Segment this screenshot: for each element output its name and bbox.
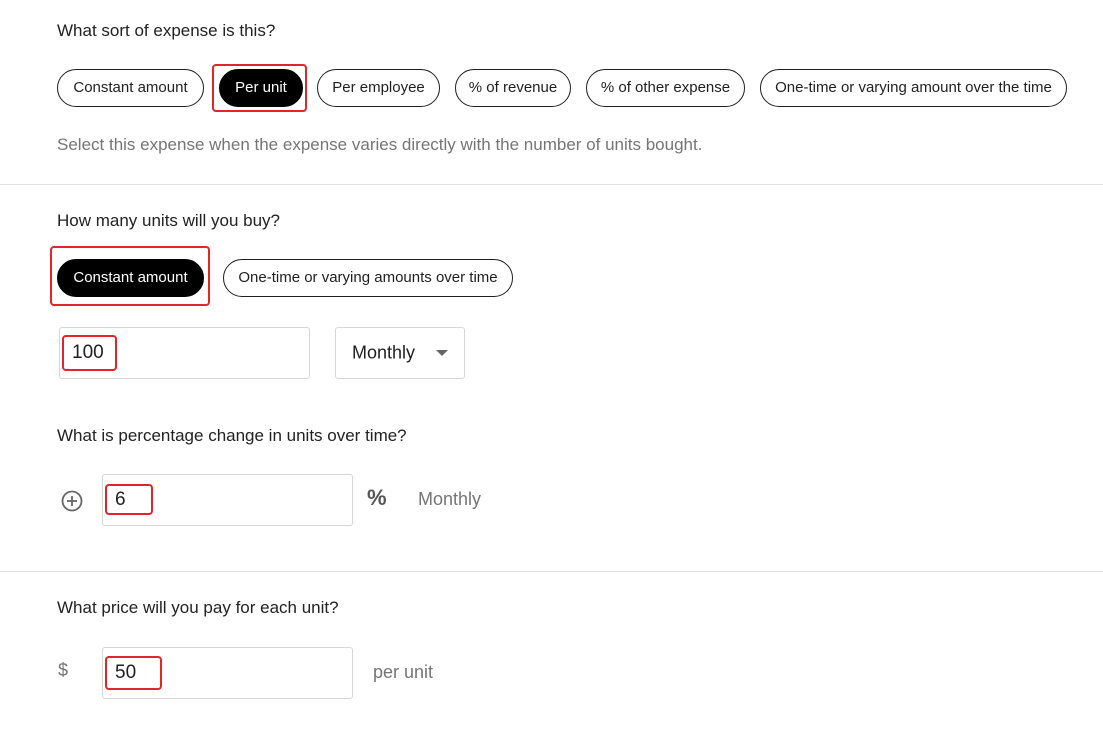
- caret-down-icon: [436, 350, 448, 356]
- units-amount-input[interactable]: 100: [59, 327, 310, 379]
- units-option-constant-amount[interactable]: Constant amount: [57, 259, 204, 297]
- expense-type-options: Constant amount Per unit Per employee % …: [0, 69, 1103, 107]
- expense-type-description: Select this expense when the expense var…: [57, 135, 703, 154]
- option-one-time-or-varying[interactable]: One-time or varying amount over the time: [760, 69, 1067, 107]
- change-frequency: Monthly: [418, 489, 482, 509]
- expense-type-question: What sort of expense is this?: [57, 21, 276, 40]
- option-percent-of-revenue[interactable]: % of revenue: [455, 69, 571, 107]
- price-input[interactable]: 50: [102, 647, 353, 699]
- option-per-employee[interactable]: Per employee: [317, 69, 440, 107]
- currency-symbol: $: [58, 660, 69, 680]
- units-frequency-select[interactable]: Monthly: [335, 327, 465, 379]
- divider: [0, 571, 1103, 572]
- units-question: How many units will you buy?: [57, 211, 280, 230]
- change-question: What is percentage change in units over …: [57, 426, 407, 445]
- price-question: What price will you pay for each unit?: [57, 598, 339, 617]
- change-input[interactable]: 6: [102, 474, 353, 526]
- price-value: 50: [115, 662, 137, 683]
- plus-circle-icon[interactable]: [61, 490, 83, 512]
- option-percent-of-other-expense[interactable]: % of other expense: [586, 69, 745, 107]
- option-per-unit[interactable]: Per unit: [219, 69, 303, 107]
- units-amount-value: 100: [72, 342, 104, 363]
- divider: [0, 184, 1103, 185]
- units-option-one-time-or-varying[interactable]: One-time or varying amounts over time: [223, 259, 513, 297]
- price-suffix: per unit: [373, 662, 434, 682]
- change-value: 6: [115, 489, 126, 510]
- option-constant-amount[interactable]: Constant amount: [57, 69, 204, 107]
- units-frequency-value: Monthly: [352, 342, 416, 363]
- percent-icon: %: [367, 485, 387, 510]
- units-options: Constant amount One-time or varying amou…: [0, 259, 1103, 297]
